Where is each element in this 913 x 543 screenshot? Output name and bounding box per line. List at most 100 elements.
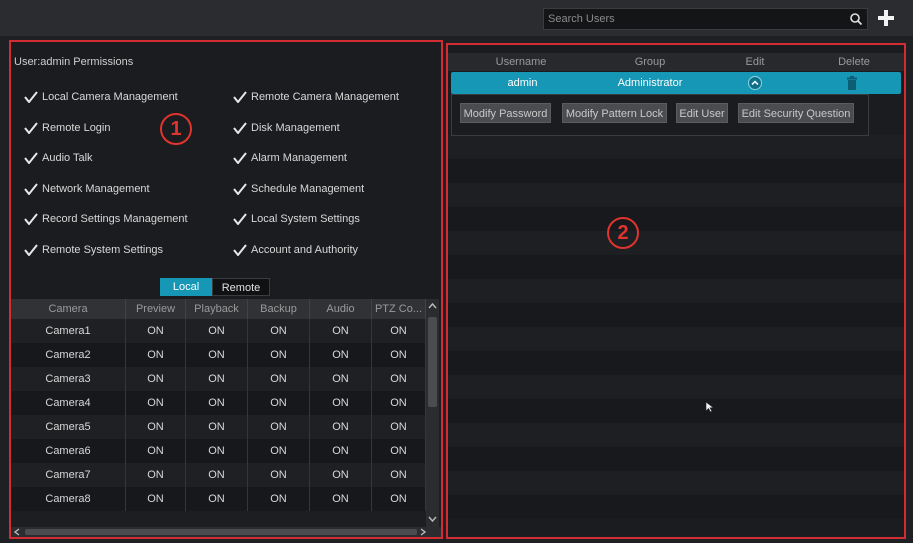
audio-cell[interactable]: ON: [310, 367, 372, 391]
table-row[interactable]: Camera3 ON ON ON ON ON: [11, 367, 426, 391]
column-header[interactable]: PTZ Co...: [372, 299, 426, 319]
tab-local[interactable]: Local: [160, 278, 212, 296]
modify-password-button[interactable]: Modify Password: [460, 103, 551, 123]
column-header[interactable]: Group: [594, 53, 706, 71]
audio-cell[interactable]: ON: [310, 487, 372, 511]
backup-cell[interactable]: ON: [248, 343, 310, 367]
empty-row: [448, 159, 904, 183]
annotation-badge-1: 1: [160, 113, 192, 145]
preview-cell[interactable]: ON: [126, 439, 186, 463]
playback-cell[interactable]: ON: [186, 319, 248, 343]
column-header[interactable]: Delete: [804, 53, 904, 71]
preview-cell[interactable]: ON: [126, 319, 186, 343]
permission-label: Account and Authority: [251, 244, 359, 256]
playback-cell[interactable]: ON: [186, 343, 248, 367]
audio-cell[interactable]: ON: [310, 319, 372, 343]
preview-cell[interactable]: ON: [126, 463, 186, 487]
edit-cell: [706, 72, 804, 94]
camera-name: Camera1: [11, 319, 126, 343]
ptz-cell[interactable]: ON: [372, 463, 426, 487]
trash-icon[interactable]: [846, 76, 858, 90]
ptz-cell[interactable]: ON: [372, 439, 426, 463]
cursor-icon: [705, 401, 715, 413]
scroll-up-icon[interactable]: [428, 302, 437, 310]
table-row[interactable]: Camera2 ON ON ON ON ON: [11, 343, 426, 367]
horizontal-scrollbar[interactable]: [11, 527, 441, 537]
backup-cell[interactable]: ON: [248, 319, 310, 343]
check-icon: [233, 183, 247, 195]
preview-cell[interactable]: ON: [126, 487, 186, 511]
permission-item: Remote Camera Management: [233, 91, 399, 103]
preview-cell[interactable]: ON: [126, 367, 186, 391]
user-row[interactable]: admin Administrator: [451, 72, 901, 94]
table-row[interactable]: Camera8 ON ON ON ON ON: [11, 487, 426, 511]
table-row[interactable]: Camera7 ON ON ON ON ON: [11, 463, 426, 487]
permission-item: Network Management: [24, 183, 150, 195]
playback-cell[interactable]: ON: [186, 463, 248, 487]
table-row[interactable]: Camera5 ON ON ON ON ON: [11, 415, 426, 439]
empty-row: [448, 255, 904, 279]
backup-cell[interactable]: ON: [248, 367, 310, 391]
edit-security-question-button[interactable]: Edit Security Question: [738, 103, 854, 123]
playback-cell[interactable]: ON: [186, 487, 248, 511]
ptz-cell[interactable]: ON: [372, 487, 426, 511]
scroll-right-icon[interactable]: [419, 528, 427, 536]
column-header[interactable]: Username: [448, 53, 594, 71]
empty-row: [448, 447, 904, 471]
search-box[interactable]: [543, 8, 868, 30]
scrollbar-thumb[interactable]: [25, 529, 417, 535]
backup-cell[interactable]: ON: [248, 463, 310, 487]
permission-item: Alarm Management: [233, 152, 347, 164]
audio-cell[interactable]: ON: [310, 439, 372, 463]
ptz-cell[interactable]: ON: [372, 343, 426, 367]
audio-cell[interactable]: ON: [310, 343, 372, 367]
group-cell: Administrator: [617, 77, 683, 89]
permission-label: Remote Login: [42, 122, 111, 134]
scroll-down-icon[interactable]: [428, 515, 437, 523]
scroll-left-icon[interactable]: [13, 528, 21, 536]
column-header[interactable]: Playback: [186, 299, 248, 319]
permission-label: Disk Management: [251, 122, 340, 134]
search-icon[interactable]: [849, 12, 863, 26]
table-row[interactable]: Camera6 ON ON ON ON ON: [11, 439, 426, 463]
audio-cell[interactable]: ON: [310, 391, 372, 415]
tab-remote[interactable]: Remote: [212, 278, 270, 296]
playback-cell[interactable]: ON: [186, 367, 248, 391]
ptz-cell[interactable]: ON: [372, 415, 426, 439]
check-icon: [233, 213, 247, 225]
add-user-icon[interactable]: [876, 8, 896, 28]
playback-cell[interactable]: ON: [186, 439, 248, 463]
table-row[interactable]: Camera1 ON ON ON ON ON: [11, 319, 426, 343]
backup-cell[interactable]: ON: [248, 487, 310, 511]
expand-icon[interactable]: [748, 76, 762, 90]
audio-cell[interactable]: ON: [310, 415, 372, 439]
camera-name: Camera6: [11, 439, 126, 463]
audio-cell[interactable]: ON: [310, 463, 372, 487]
column-header[interactable]: Camera: [11, 299, 126, 319]
ptz-cell[interactable]: ON: [372, 391, 426, 415]
edit-user-button[interactable]: Edit User: [676, 103, 728, 123]
permission-label: Schedule Management: [251, 183, 365, 195]
preview-cell[interactable]: ON: [126, 415, 186, 439]
users-table-header: Username Group Edit Delete: [448, 53, 904, 71]
column-header[interactable]: Preview: [126, 299, 186, 319]
playback-cell[interactable]: ON: [186, 391, 248, 415]
table-row[interactable]: Camera4 ON ON ON ON ON: [11, 391, 426, 415]
backup-cell[interactable]: ON: [248, 391, 310, 415]
backup-cell[interactable]: ON: [248, 415, 310, 439]
scrollbar-thumb[interactable]: [428, 317, 437, 407]
permission-label: Record Settings Management: [42, 213, 188, 225]
playback-cell[interactable]: ON: [186, 415, 248, 439]
backup-cell[interactable]: ON: [248, 439, 310, 463]
vertical-scrollbar[interactable]: [426, 299, 439, 527]
search-input[interactable]: [548, 11, 838, 27]
column-header[interactable]: Backup: [248, 299, 310, 319]
column-header[interactable]: Audio: [310, 299, 372, 319]
ptz-cell[interactable]: ON: [372, 319, 426, 343]
ptz-cell[interactable]: ON: [372, 367, 426, 391]
modify-pattern-lock-button[interactable]: Modify Pattern Lock: [562, 103, 667, 123]
preview-cell[interactable]: ON: [126, 343, 186, 367]
preview-cell[interactable]: ON: [126, 391, 186, 415]
permission-label: Audio Talk: [42, 152, 93, 164]
column-header[interactable]: Edit: [706, 53, 804, 71]
